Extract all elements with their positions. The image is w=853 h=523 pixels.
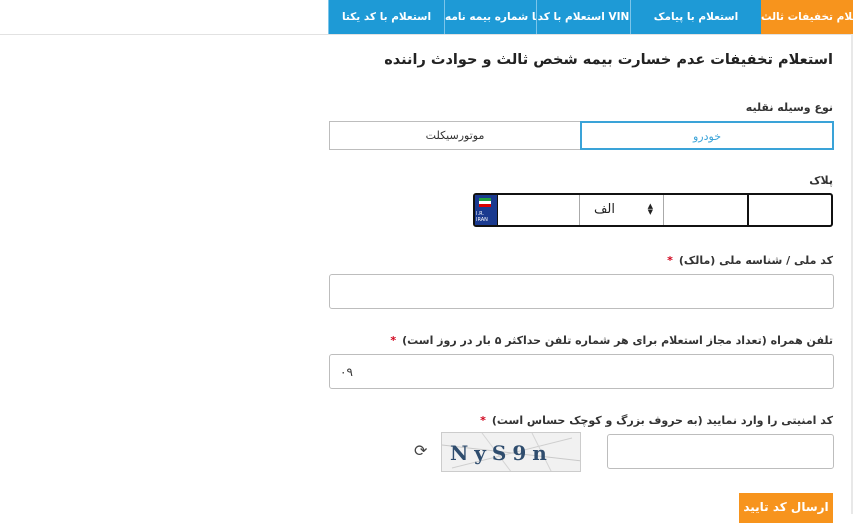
plate-letter-value: الف (593, 202, 615, 217)
plate-part-two-digits[interactable] (749, 195, 831, 225)
required-mark: * (390, 334, 397, 347)
mobile-label-text: تلفن همراه (تعداد مجاز استعلام برای هر ش… (402, 334, 833, 347)
mobile-label: تلفن همراه (تعداد مجاز استعلام برای هر ش… (390, 334, 833, 347)
plate-country-box: I.R. IRAN (475, 195, 498, 225)
national-id-input[interactable] (329, 274, 834, 309)
tab-unique-code-inquiry[interactable]: استعلام با کد یکتا (328, 0, 444, 34)
plate-label: پلاک (809, 174, 833, 187)
send-verification-code-button[interactable]: ارسال کد تایید (739, 493, 833, 523)
vehicle-option-motorcycle[interactable]: موتورسیکلت (329, 121, 580, 150)
tab-policy-number-inquiry[interactable]: استعلام با شماره بیمه نامه (444, 0, 583, 34)
national-id-label: کد ملی / شناسه ملی (مالک) * (667, 254, 833, 267)
vehicle-type-toggle: خودرو موتورسیکلت (329, 121, 834, 150)
mobile-prefix: ۰۹ (340, 365, 353, 379)
tab-third-party-discounts[interactable]: استعلام تخفیفات ثالث (761, 0, 853, 34)
tab-divider (0, 34, 853, 35)
plate-input: I.R. IRAN الف ▲ ▼ (473, 193, 833, 227)
vehicle-option-car[interactable]: خودرو (580, 121, 834, 150)
captcha-input[interactable] (607, 434, 834, 469)
plate-country-text: I.R. IRAN (476, 211, 488, 223)
vehicle-type-label: نوع وسیله نقلیه (745, 101, 833, 114)
plate-part-three-digits[interactable] (665, 195, 747, 225)
iran-flag-icon (479, 198, 491, 207)
captcha-text: NyS9n (450, 441, 553, 465)
required-mark: * (480, 414, 486, 427)
required-mark: * (667, 254, 673, 267)
tab-vin-inquiry[interactable]: استعلام با کد VIN (536, 0, 630, 34)
national-id-label-text: کد ملی / شناسه ملی (مالک) (678, 254, 833, 267)
plate-part-last-two[interactable] (498, 195, 579, 225)
select-arrows-icon: ▲ ▼ (647, 202, 653, 216)
top-tabs: استعلام تخفیفات ثالث استعلام با پیامک اس… (328, 0, 853, 34)
captcha-image: NyS9n (441, 432, 581, 472)
mobile-input[interactable]: ۰۹ (329, 354, 834, 389)
tab-sms-inquiry[interactable]: استعلام با پیامک (630, 0, 761, 34)
plate-letter-select[interactable]: الف ▲ ▼ (580, 195, 664, 225)
captcha-label-text: کد امنیتی را وارد نمایید (به حروف بزرگ و… (491, 414, 833, 427)
captcha-label: کد امنیتی را وارد نمایید (به حروف بزرگ و… (480, 414, 833, 427)
refresh-icon[interactable]: ⟳ (414, 441, 427, 460)
page-title: استعلام تخفیفات عدم خسارت بیمه شخص ثالث … (384, 52, 833, 68)
